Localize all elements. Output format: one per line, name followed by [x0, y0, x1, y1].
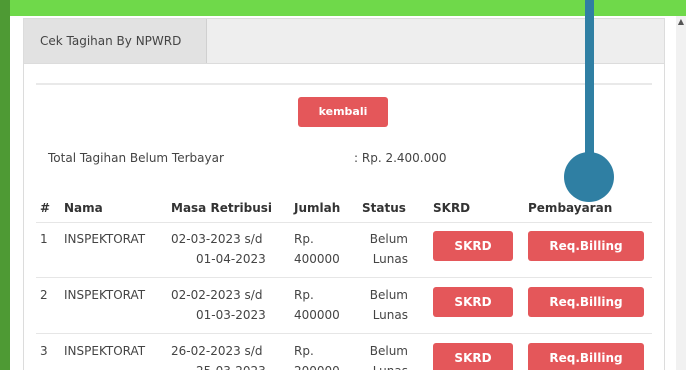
header-pembayaran: Pembayaran — [528, 201, 613, 215]
divider — [36, 83, 652, 85]
back-button[interactable]: kembali — [298, 97, 388, 127]
row-jumlah-value: 400000 — [294, 308, 340, 322]
row-status-1: Belum — [369, 344, 408, 358]
row-nama: INSPEKTORAT — [64, 232, 146, 246]
header-no: # — [40, 201, 51, 215]
row-jumlah-prefix: Rp. — [294, 288, 314, 302]
header-line — [36, 222, 652, 223]
row-jumlah-value: 400000 — [294, 252, 340, 266]
row-masa-end: 01-04-2023 — [196, 252, 266, 266]
left-border — [0, 0, 10, 370]
row-divider — [36, 333, 652, 334]
header-jumlah: Jumlah — [294, 201, 341, 215]
row-no: 2 — [40, 288, 48, 302]
row-masa-start: 26-02-2023 s/d — [171, 344, 263, 358]
header-masa: Masa Retribusi — [171, 201, 272, 215]
row-jumlah-prefix: Rp. — [294, 344, 314, 358]
total-value: : Rp. 2.400.000 — [354, 151, 447, 165]
row-no: 3 — [40, 344, 48, 358]
skrd-button[interactable]: SKRD — [433, 343, 513, 370]
scrollbar[interactable]: ▲ — [676, 16, 686, 370]
scroll-up-arrow-icon[interactable]: ▲ — [676, 16, 686, 28]
tab-cek-tagihan[interactable]: Cek Tagihan By NPWRD — [24, 19, 207, 63]
req-billing-button[interactable]: Req.Billing — [528, 343, 644, 370]
row-status-2: Lunas — [372, 252, 408, 266]
row-jumlah-prefix: Rp. — [294, 232, 314, 246]
req-billing-button[interactable]: Req.Billing — [528, 231, 644, 261]
header-nama: Nama — [64, 201, 103, 215]
billing-card: Cek Tagihan By NPWRD kembali Total Tagih… — [23, 18, 665, 370]
header-status: Status — [362, 201, 406, 215]
tab-bar: Cek Tagihan By NPWRD — [24, 19, 664, 64]
pointer-dot-annotation — [564, 152, 614, 202]
req-billing-button[interactable]: Req.Billing — [528, 287, 644, 317]
row-no: 1 — [40, 232, 48, 246]
row-nama: INSPEKTORAT — [64, 344, 146, 358]
row-masa-end: 01-03-2023 — [196, 308, 266, 322]
pointer-line-annotation — [585, 0, 594, 176]
row-status-2: Lunas — [362, 361, 408, 370]
row-status-2: Lunas — [372, 308, 408, 322]
row-divider — [36, 277, 652, 278]
row-status-1: Belum — [369, 232, 408, 246]
row-masa-start: 02-03-2023 s/d — [171, 232, 263, 246]
skrd-button[interactable]: SKRD — [433, 287, 513, 317]
total-label: Total Tagihan Belum Terbayar — [48, 151, 224, 165]
skrd-button[interactable]: SKRD — [433, 231, 513, 261]
row-masa-start: 02-02-2023 s/d — [171, 288, 263, 302]
row-nama: INSPEKTORAT — [64, 288, 146, 302]
row-jumlah-value: 200000 — [294, 361, 340, 370]
row-masa-end: 25-03-2023 — [196, 361, 266, 370]
row-status-1: Belum — [369, 288, 408, 302]
header-skrd: SKRD — [433, 201, 471, 215]
